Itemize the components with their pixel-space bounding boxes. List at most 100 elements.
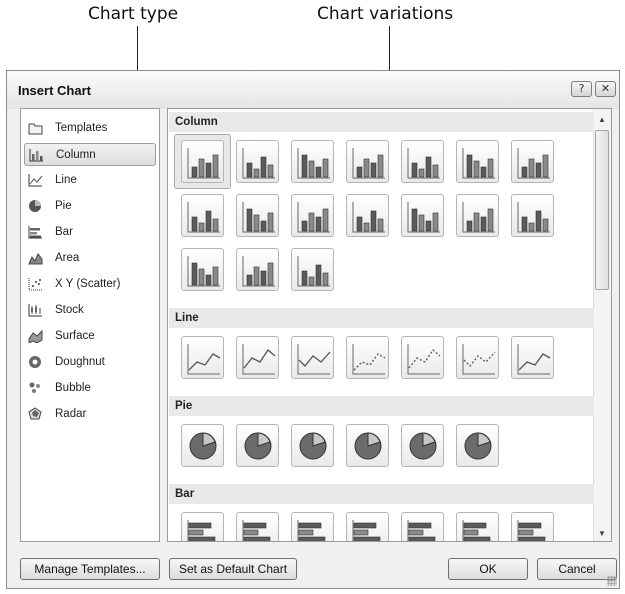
bar-variation-tile[interactable] [236,512,279,541]
sidebar-item-surface[interactable]: Surface [24,325,156,348]
pie-chart-icon [409,432,437,460]
column-chart-icon [462,202,495,233]
line-variation-tile[interactable] [346,336,389,379]
sidebar-item-label: Templates [55,122,108,134]
column-chart-icon [187,256,220,287]
sidebar-item-stock[interactable]: Stock [24,299,156,322]
column-chart-icon [242,256,275,287]
set-default-chart-button[interactable]: Set as Default Chart [169,558,297,580]
bar-chart-icon [352,520,381,541]
sidebar-item-label: X Y (Scatter) [55,278,121,290]
pie-variation-tile[interactable] [401,424,444,467]
pie-chart-icon [354,432,382,460]
close-button[interactable]: ✕ [595,81,616,97]
pie-chart-icon [464,432,492,460]
stock-chart-icon [28,303,43,317]
line-variation-tile[interactable] [181,336,224,379]
line-variation-tile[interactable] [291,336,334,379]
column-variation-tile[interactable] [456,140,499,183]
sidebar-item-label: Column [56,149,96,161]
sidebar-item-bar[interactable]: Bar [24,221,156,244]
line-chart-icon [297,344,331,375]
sidebar-item-radar[interactable]: Radar [24,403,156,426]
bar-chart-icon [462,520,491,541]
column-variation-tile[interactable] [511,194,554,237]
pie-chart-icon [244,432,272,460]
column-variation-tile[interactable] [236,248,279,291]
sidebar-item-pie[interactable]: Pie [24,195,156,218]
line-variation-tile[interactable] [456,336,499,379]
chart-variations-gallery: ▲ ▼ Column Line Pie Bar [167,108,612,542]
manage-templates-button[interactable]: Manage Templates... [20,558,160,580]
sidebar-item-templates[interactable]: Templates [24,117,156,140]
bar-chart-icon [517,520,546,541]
pie-variation-tile[interactable] [346,424,389,467]
sidebar-item-column[interactable]: Column [24,143,156,166]
column-chart-icon [242,202,275,233]
scrollbar-thumb[interactable] [595,130,609,290]
column-chart-icon [352,202,385,233]
pie-variation-tile[interactable] [456,424,499,467]
help-button[interactable]: ? [571,81,592,97]
pie-variation-tile[interactable] [236,424,279,467]
chart-type-list: Templates Column Line Pie Bar Area X Y (Scatte… [20,108,160,542]
column-variation-tile[interactable] [456,194,499,237]
sidebar-item-doughnut[interactable]: Doughnut [24,351,156,374]
cancel-button[interactable]: Cancel [537,558,617,580]
surface-chart-icon [28,329,43,344]
folder-icon [28,121,43,135]
sidebar-item-x-y-scatter[interactable]: X Y (Scatter) [24,273,156,296]
scatter-chart-icon [28,277,43,291]
scroll-down-icon[interactable]: ▼ [598,529,606,538]
line-variation-tile[interactable] [236,336,279,379]
bar-chart-icon [297,520,326,541]
section-header-pie: Pie [169,396,594,416]
bar-variation-tile[interactable] [401,512,444,541]
column-variation-tile[interactable] [346,194,389,237]
bar-chart-icon [407,520,436,541]
pie-chart-icon [299,432,327,460]
pie-variation-tile[interactable] [291,424,334,467]
resize-grip-icon[interactable] [607,576,617,586]
sidebar-item-label: Stock [55,304,84,316]
gallery-scrollbar[interactable]: ▲ ▼ [593,109,611,541]
column-variation-tile[interactable] [346,140,389,183]
column-chart-icon [297,148,330,179]
sidebar-item-area[interactable]: Area [24,247,156,270]
line-variation-tile[interactable] [511,336,554,379]
section-header-column: Column [169,112,594,132]
scroll-up-icon[interactable]: ▲ [598,115,606,124]
column-variation-tile[interactable] [291,194,334,237]
line-chart-icon [28,173,43,187]
chart-type-annotation: Chart type [88,4,179,24]
sidebar-item-label: Radar [55,408,87,420]
column-variation-tile[interactable] [236,140,279,183]
bar-variation-tile[interactable] [456,512,499,541]
sidebar-item-line[interactable]: Line [24,169,156,192]
column-variation-tile[interactable] [401,140,444,183]
column-variation-tile[interactable] [181,140,224,183]
radar-chart-icon [28,407,43,421]
bar-chart-icon [242,520,271,541]
sidebar-item-bubble[interactable]: Bubble [24,377,156,400]
column-variation-tile[interactable] [291,248,334,291]
column-variation-tile[interactable] [511,140,554,183]
column-variation-tile[interactable] [401,194,444,237]
column-chart-icon [407,202,440,233]
column-chart-icon [297,256,330,287]
bar-variation-tile[interactable] [291,512,334,541]
column-variation-tile[interactable] [181,248,224,291]
bar-variation-tile[interactable] [181,512,224,541]
bar-variation-tile[interactable] [511,512,554,541]
sidebar-item-label: Bubble [55,382,91,394]
pie-variation-tile[interactable] [181,424,224,467]
column-variation-tile[interactable] [236,194,279,237]
bar-variation-tile[interactable] [346,512,389,541]
sidebar-item-label: Doughnut [55,356,105,368]
column-chart-icon [187,148,220,179]
column-variation-tile[interactable] [291,140,334,183]
ok-button[interactable]: OK [448,558,528,580]
column-chart-icon [29,148,44,162]
line-variation-tile[interactable] [401,336,444,379]
column-variation-tile[interactable] [181,194,224,237]
